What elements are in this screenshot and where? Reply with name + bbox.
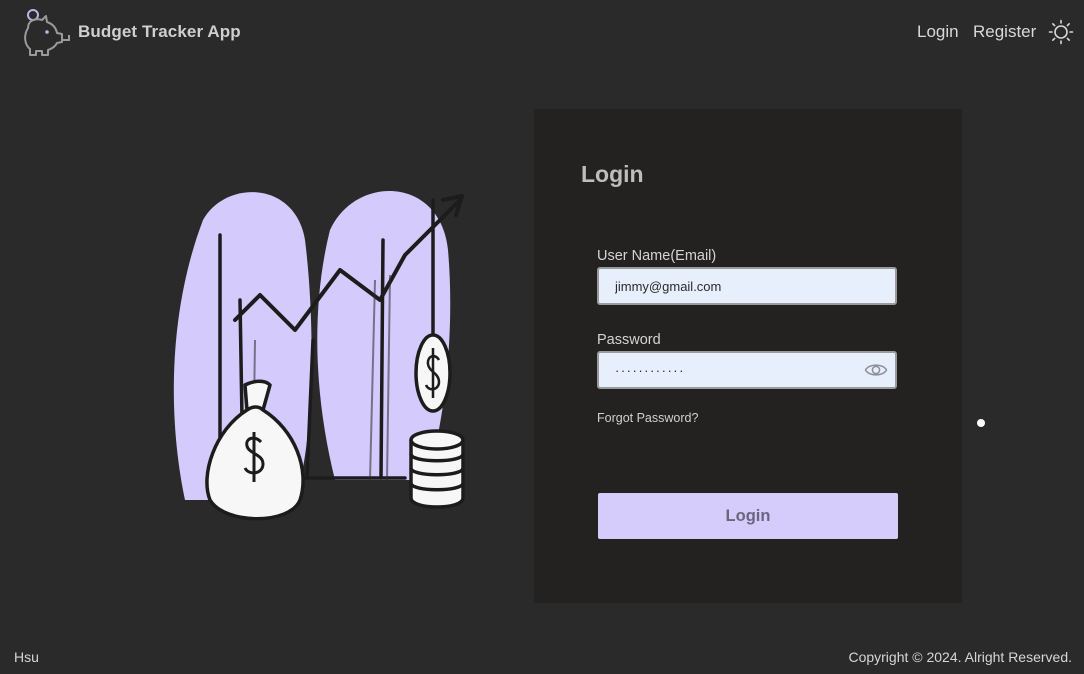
nav-login-link[interactable]: Login: [917, 22, 959, 42]
indicator-dot: [977, 419, 985, 427]
login-submit-button[interactable]: Login: [598, 493, 898, 539]
password-input[interactable]: [597, 351, 897, 389]
forgot-password-link[interactable]: Forgot Password?: [597, 411, 698, 425]
username-input[interactable]: [597, 267, 897, 305]
finance-growth-illustration: [173, 190, 465, 521]
page: Budget Tracker App Login Register Login …: [0, 0, 1084, 674]
login-title: Login: [581, 161, 644, 187]
username-label: User Name(Email): [597, 248, 717, 264]
bar-line-3: [379, 238, 385, 480]
hanging-coin-icon: [414, 333, 452, 413]
app-title[interactable]: Budget Tracker App: [78, 22, 241, 42]
password-label: Password: [597, 332, 661, 348]
coin-stack-icon: [409, 429, 465, 509]
piggy-bank-icon[interactable]: [20, 6, 72, 56]
sun-icon[interactable]: [1048, 19, 1074, 45]
nav-register-link[interactable]: Register: [973, 22, 1036, 42]
footer-author: Hsu: [14, 649, 39, 665]
login-card: Login User Name(Email) Password Forgot P…: [534, 109, 962, 603]
header: Budget Tracker App Login Register: [0, 0, 1084, 64]
footer-copyright: Copyright © 2024. Alright Reserved.: [848, 649, 1072, 665]
show-password-eye-icon[interactable]: [864, 360, 888, 380]
